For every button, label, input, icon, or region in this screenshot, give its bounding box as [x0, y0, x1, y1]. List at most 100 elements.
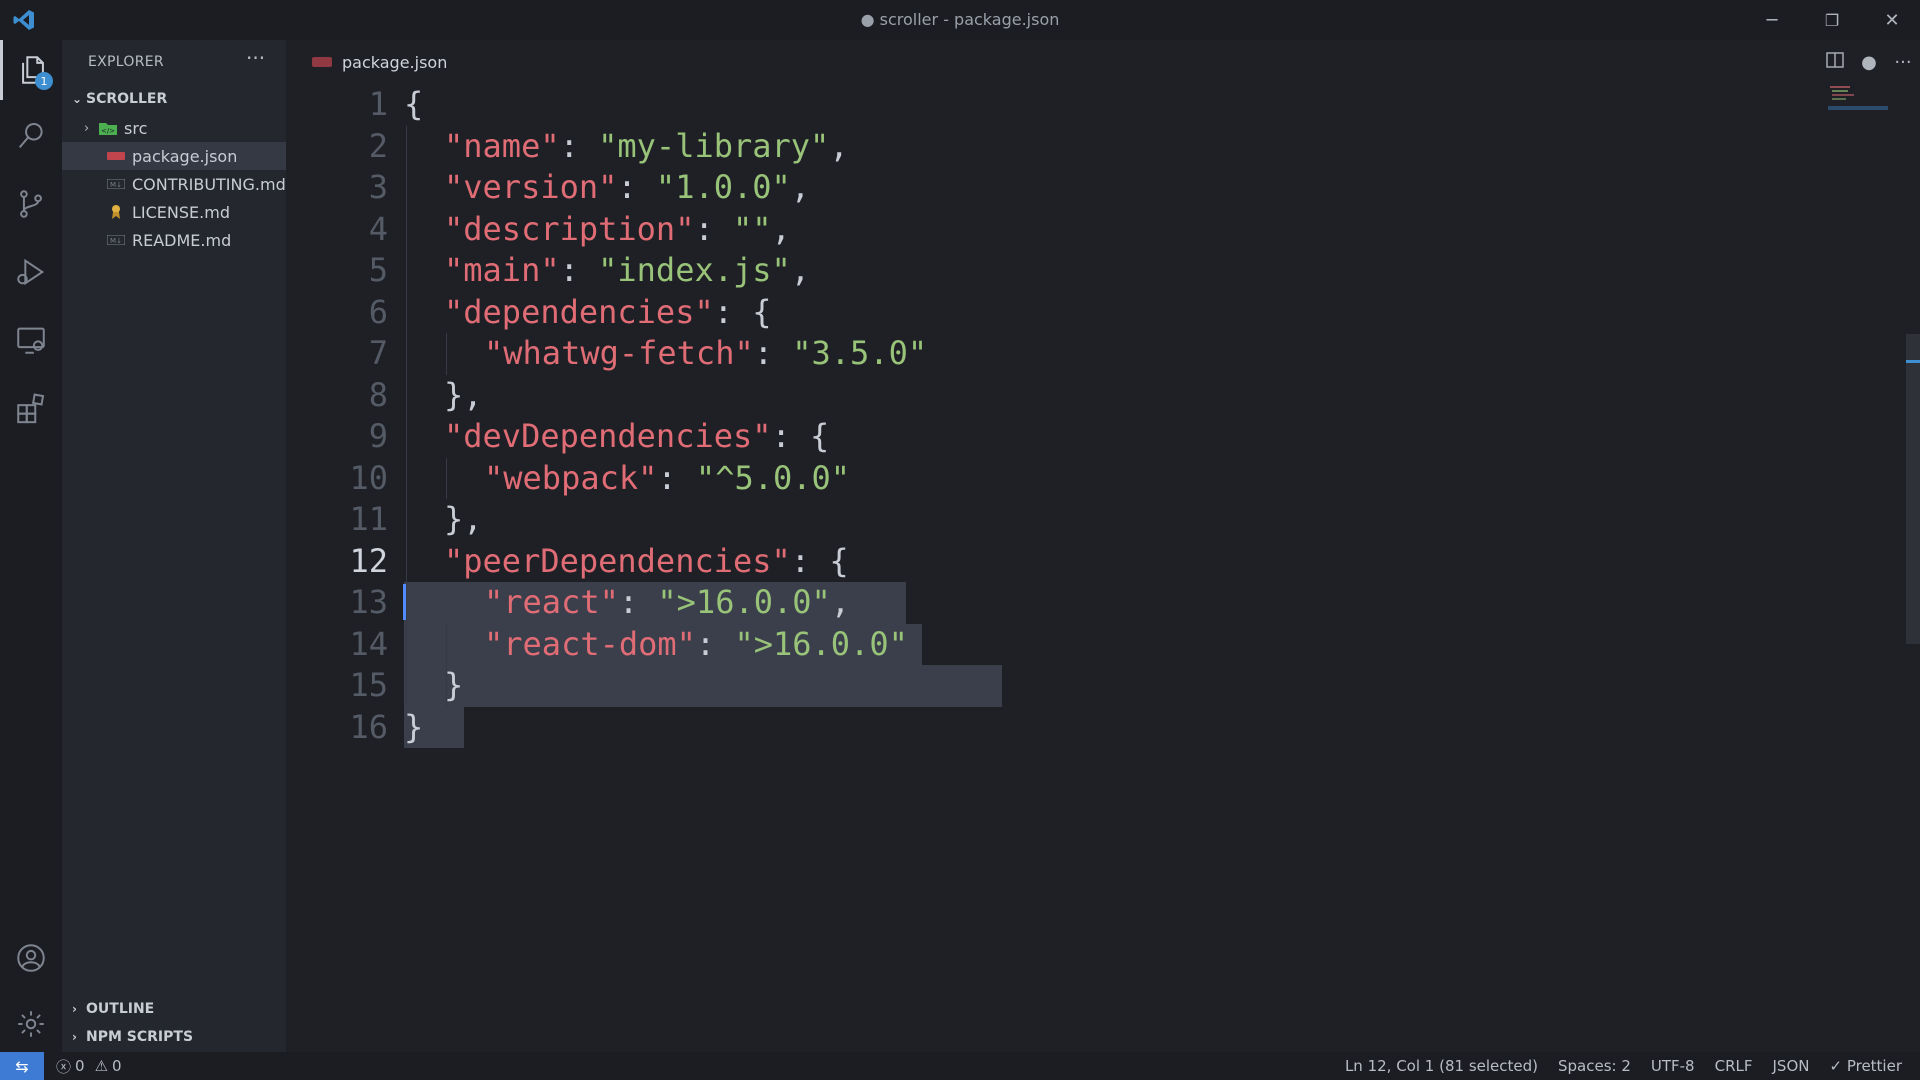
tree-item-label: CONTRIBUTING.md — [132, 174, 286, 194]
markdown-icon: M↓ — [106, 232, 126, 248]
line-number: 14 — [349, 624, 388, 663]
json-key: "dependencies" — [444, 292, 714, 331]
json-string-value: "1.0.0" — [655, 168, 791, 206]
code-editor[interactable]: 1{2 "name": "my-library", 3 "version": "1.0… — [286, 84, 1846, 1052]
line-ending[interactable]: CRLF — [1715, 1057, 1753, 1075]
tree-item-package-json[interactable]: package.json — [62, 142, 286, 170]
tree-item-license[interactable]: LICENSE.md — [62, 198, 286, 226]
accounts-activity[interactable] — [0, 928, 62, 988]
warning-count: 0 — [112, 1057, 122, 1075]
remote-explorer-activity[interactable] — [0, 310, 62, 370]
window-title: ● scroller - package.json — [860, 10, 1060, 29]
more-actions-button[interactable]: ··· — [1886, 52, 1920, 73]
markdown-icon: M↓ — [106, 176, 126, 192]
punctuation: { — [404, 85, 424, 123]
run-debug-activity[interactable] — [0, 242, 62, 302]
line-number: 15 — [349, 666, 388, 704]
line-content: "version": "1.0.0", — [444, 168, 811, 206]
line-content: "name": "my-library", — [444, 126, 849, 165]
json-key: "description" — [444, 209, 695, 248]
remote-indicator[interactable]: ⇆ — [0, 1052, 44, 1080]
folder-header-scroller[interactable]: ⌄ SCROLLER — [62, 86, 286, 112]
encoding[interactable]: UTF-8 — [1651, 1057, 1695, 1075]
split-editor-icon[interactable] — [1818, 51, 1852, 73]
line-content: "main": "index.js", — [444, 251, 811, 289]
minimap[interactable] — [1828, 84, 1888, 124]
code-line: 16} — [286, 707, 1846, 749]
tab-label: package.json — [342, 52, 448, 72]
line-number: 4 — [368, 209, 388, 248]
source-control-activity[interactable] — [0, 174, 62, 234]
status-right: Ln 12, Col 1 (81 selected) Spaces: 2 UTF… — [1325, 1052, 1902, 1080]
npm-icon — [312, 57, 332, 67]
punctuation: }, — [444, 500, 483, 538]
json-string-value: ">16.0.0" — [657, 583, 831, 621]
search-icon — [18, 122, 43, 148]
language-mode[interactable]: JSON — [1773, 1057, 1810, 1075]
outline-label: OUTLINE — [86, 1001, 155, 1017]
line-number: 10 — [349, 458, 388, 497]
license-icon — [106, 204, 126, 220]
line-number: 5 — [368, 251, 388, 289]
tree-item-readme[interactable]: M↓ README.md — [62, 226, 286, 254]
explorer-badge: 1 — [35, 72, 53, 90]
json-string-value: "index.js" — [598, 251, 791, 289]
tree-item-label: package.json — [132, 146, 238, 166]
outline-section[interactable]: › OUTLINE — [62, 996, 286, 1022]
manage-activity[interactable] — [0, 994, 62, 1054]
punctuation: { — [829, 541, 849, 580]
svg-text:M↓: M↓ — [110, 181, 122, 189]
line-content: } — [404, 707, 423, 749]
line-number: 12 — [349, 541, 388, 580]
tab-package-json[interactable]: package.json — [286, 40, 472, 84]
json-key: "peerDependencies" — [444, 541, 791, 580]
error-icon: ⓧ — [56, 1057, 72, 1076]
npm-scripts-section[interactable]: › NPM SCRIPTS — [62, 1024, 286, 1050]
punctuation: , — [830, 583, 851, 621]
minimize-button[interactable]: ─ — [1754, 6, 1790, 34]
json-string-value: ">16.0.0" — [734, 624, 908, 663]
indentation[interactable]: Spaces: 2 — [1558, 1057, 1631, 1075]
line-content: "devDependencies": { — [444, 417, 830, 455]
chevron-down-icon: ⌄ — [72, 92, 83, 106]
prettier-status[interactable]: ✓ Prettier — [1829, 1057, 1902, 1075]
punctuation: { — [810, 417, 830, 455]
code-line: 3 "version": "1.0.0", — [286, 167, 1846, 209]
explorer-sidebar: EXPLORER ··· ⌄ SCROLLER › </> src packag… — [62, 40, 286, 1052]
explorer-activity[interactable]: 1 — [0, 40, 62, 100]
restore-button[interactable]: ❐ — [1814, 6, 1850, 34]
close-button[interactable]: ✕ — [1874, 6, 1910, 34]
line-content: } — [444, 665, 463, 707]
punctuation: , — [790, 168, 811, 206]
extensions-icon — [17, 393, 45, 424]
vertical-scrollbar[interactable] — [1906, 334, 1920, 644]
line-content: "whatwg-fetch": "3.5.0" — [484, 334, 928, 372]
chevron-right-icon: › — [72, 1030, 77, 1044]
source-control-icon — [20, 190, 42, 218]
json-key: "devDependencies" — [444, 417, 772, 455]
tree-item-label: README.md — [132, 230, 232, 250]
json-key: "name" — [444, 126, 560, 165]
problems-indicator[interactable]: ⓧ 0 ⚠ 0 — [56, 1052, 122, 1080]
json-key: "webpack" — [484, 458, 658, 497]
code-line: 2 "name": "my-library", — [286, 126, 1846, 168]
punctuation: } — [404, 707, 424, 746]
extensions-activity[interactable] — [0, 378, 62, 438]
cursor-position[interactable]: Ln 12, Col 1 (81 selected) — [1345, 1057, 1538, 1075]
search-activity[interactable] — [0, 106, 62, 166]
code-line: 6 "dependencies": { — [286, 292, 1846, 334]
scrollbar-cursor-marker — [1906, 360, 1920, 363]
line-number: 2 — [368, 126, 388, 165]
json-key: "react" — [484, 583, 619, 621]
explorer-more-button[interactable]: ··· — [246, 46, 265, 70]
npm-scripts-label: NPM SCRIPTS — [86, 1029, 194, 1045]
line-content: "description": "", — [444, 209, 791, 248]
tree-item-contributing[interactable]: M↓ CONTRIBUTING.md — [62, 170, 286, 198]
unsaved-dot-icon[interactable]: ● — [1852, 52, 1886, 73]
line-content: "dependencies": { — [444, 292, 772, 331]
svg-text:</>: </> — [101, 127, 115, 135]
code-line: 9 "devDependencies": { — [286, 416, 1846, 458]
line-number: 16 — [349, 707, 388, 746]
line-content: }, — [444, 499, 483, 541]
tree-item-src[interactable]: › </> src — [62, 114, 286, 142]
